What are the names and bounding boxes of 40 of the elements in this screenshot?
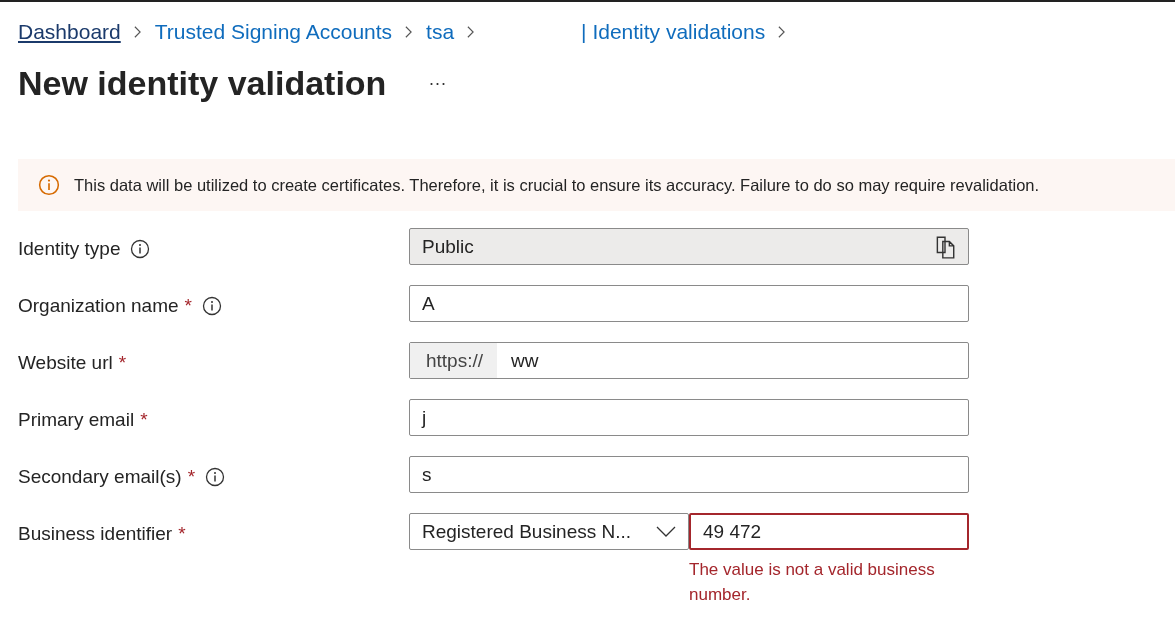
more-button[interactable]: ··· [424, 73, 451, 94]
caret-icon [656, 525, 676, 538]
info-icon [38, 174, 60, 196]
input-field[interactable]: 49 472 [689, 513, 969, 550]
field-label: Primary email [18, 409, 135, 431]
info-icon[interactable] [201, 296, 222, 316]
field-label: Secondary email(s) [18, 466, 182, 488]
field-value: Public [422, 235, 474, 258]
error-message: The value is not a valid business number. [689, 559, 936, 606]
required-asterisk: * [178, 523, 186, 545]
field-label: Identity type [18, 238, 121, 260]
dropdown-value: Registered Business N... [422, 520, 632, 543]
input-field[interactable]: https:// ww [409, 342, 969, 379]
info-icon[interactable] [205, 467, 226, 487]
page-title: New identity validation [18, 64, 387, 103]
field-label: Website url [18, 352, 113, 374]
input-field[interactable]: j [409, 399, 969, 436]
required-asterisk: * [184, 295, 192, 317]
chevron-icon [466, 25, 476, 39]
info-icon[interactable] [130, 239, 151, 259]
field-value: ww [510, 349, 539, 372]
breadcrumb-link[interactable]: Dashboard [18, 20, 121, 44]
breadcrumb-link[interactable]: Trusted Signing Accounts [154, 20, 393, 44]
breadcrumb-link[interactable]: | Identity validations [581, 20, 766, 44]
warning-text: This data will be utilized to create certificates. Therefore, it is crucial to ensure its accuracy. Failure to do so may require revalidation. [74, 175, 1040, 195]
required-asterisk: * [118, 352, 127, 374]
copy-icon[interactable] [934, 234, 956, 259]
breadcrumb-link[interactable]: tsa [426, 20, 455, 44]
chevron-icon [404, 25, 414, 39]
required-asterisk: * [187, 466, 196, 488]
input-field[interactable]: A [409, 285, 969, 322]
chevron-icon [132, 25, 142, 39]
dropdown[interactable]: Registered Business N... [409, 513, 689, 550]
field-label: Business identifier [18, 523, 173, 545]
input-field[interactable]: s [409, 456, 969, 493]
field-label: Organization name [18, 295, 179, 317]
chevron-icon [777, 25, 787, 39]
readonly-field[interactable]: Public [409, 228, 969, 265]
required-asterisk: * [140, 409, 148, 431]
url-prefix: https:// [410, 343, 498, 378]
